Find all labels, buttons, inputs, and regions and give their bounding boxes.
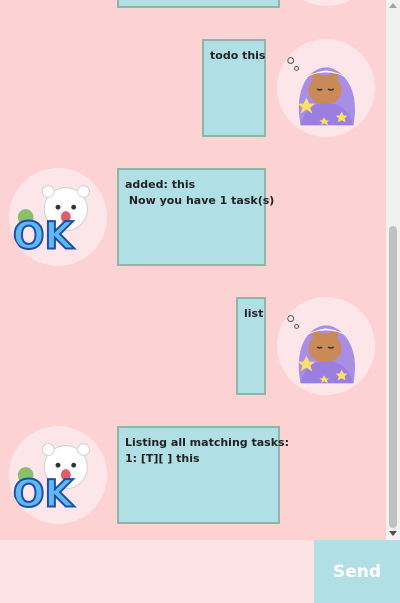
user-avatar-icon — [277, 39, 375, 137]
user-avatar-icon — [278, 0, 376, 6]
user-avatar-icon — [277, 297, 375, 395]
user-message-bubble — [117, 0, 280, 8]
send-button[interactable]: Send — [314, 540, 400, 603]
bot-avatar-icon: OK — [9, 426, 107, 524]
chat-area: todo this OK added: this Now you have 1 … — [0, 0, 386, 540]
chat-scrollbar[interactable] — [386, 0, 400, 540]
user-message-bubble: todo this — [202, 39, 266, 137]
svg-text:OK: OK — [13, 213, 75, 257]
scroll-up-arrow-icon[interactable] — [389, 3, 397, 8]
scroll-down-arrow-icon[interactable] — [389, 531, 397, 536]
scroll-thumb[interactable] — [389, 226, 397, 528]
message-input[interactable] — [0, 540, 314, 603]
bot-message-bubble: added: this Now you have 1 task(s) — [117, 168, 274, 266]
bot-message-bubble: Listing all matching tasks: 1: [T][ ] th… — [117, 426, 289, 524]
user-message-bubble: list — [236, 297, 266, 395]
bot-avatar-icon: OK — [9, 168, 107, 266]
svg-text:OK: OK — [13, 471, 75, 515]
